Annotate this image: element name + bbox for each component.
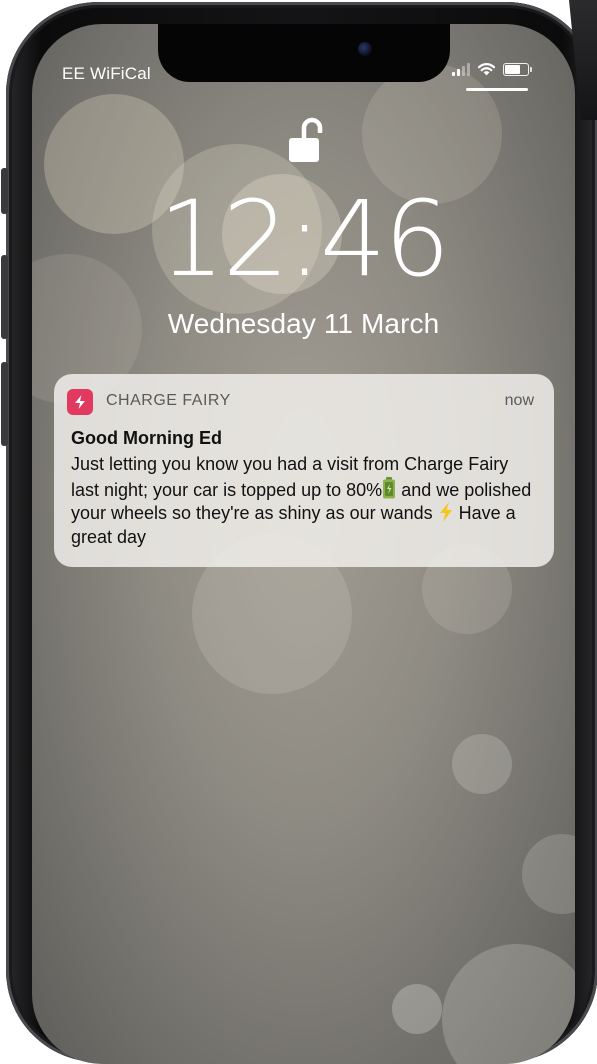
notification-timestamp: now <box>504 392 534 409</box>
status-icons <box>452 62 532 76</box>
notification-title: Good Morning Ed <box>71 428 222 448</box>
wallpaper-bokeh <box>522 834 575 914</box>
notification-card[interactable]: CHARGE FAIRY now Good Morning Ed Just le… <box>54 374 554 567</box>
mute-switch <box>1 168 8 214</box>
wallpaper-bokeh <box>392 984 442 1034</box>
carrier-label: EE WiFiCal <box>62 64 151 83</box>
battery-emoji <box>383 476 396 498</box>
cellular-signal-icon <box>452 62 470 76</box>
notch <box>158 24 450 82</box>
front-camera <box>358 42 372 56</box>
lock-screen: EE WiFiCal 12:46 Wednesday 11 March CHAR… <box>32 24 575 1064</box>
unlocked-padlock-icon <box>289 117 323 162</box>
wallpaper-bokeh <box>442 944 575 1064</box>
notification-app-name: CHARGE FAIRY <box>106 392 231 409</box>
notification-body: Just letting you know you had a visit fr… <box>71 453 541 549</box>
lightning-bolt-icon <box>67 389 93 415</box>
lock-screen-time: 12:46 <box>158 178 451 300</box>
control-center-indicator[interactable] <box>466 88 528 91</box>
wifi-icon <box>477 63 496 76</box>
battery-icon <box>503 62 532 76</box>
volume-up-button <box>1 255 8 339</box>
wallpaper-bokeh <box>452 734 512 794</box>
volume-down-button <box>1 362 8 446</box>
lock-screen-date: Wednesday 11 March <box>167 308 440 339</box>
lightning-emoji <box>439 502 452 522</box>
